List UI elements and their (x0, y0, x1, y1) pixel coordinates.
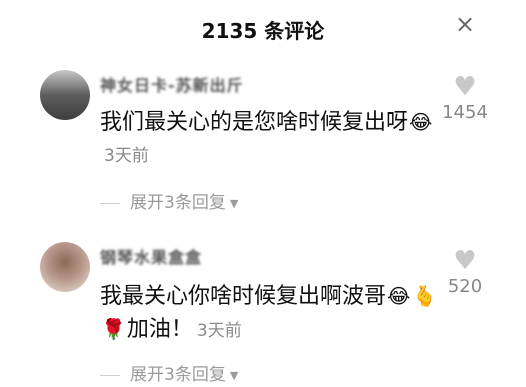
like-button[interactable]: ♥ 1454 (440, 74, 490, 123)
comment-time: 3天前 (104, 146, 149, 166)
heart-icon: ♥ (453, 72, 477, 102)
comments-header: 2135 条评论 × (0, 0, 526, 54)
laughing-emoji: 😂 (387, 284, 411, 308)
expand-replies-label: 展开3条回复 (130, 365, 226, 385)
like-count: 1454 (442, 102, 488, 123)
expand-replies-button[interactable]: 展开3条回复 ▼ (100, 188, 238, 213)
avatar[interactable] (40, 242, 90, 292)
comment-item: 神女日卡-苏新出斤 我们最关心的是您啥时候复出呀😂 3天前 ♥ 1454 展开3条… (0, 58, 526, 213)
caret-down-icon: ▼ (229, 368, 239, 382)
like-count: 520 (447, 276, 483, 297)
caret-down-icon: ▼ (229, 196, 239, 210)
divider-line (100, 202, 120, 204)
comment-time: 3天前 (196, 321, 242, 341)
comment-item: 钢琴水果盒盒 我最关心你啥时候复出啊波哥😂 🫰 🌹加油！ 3天前 ♥ 520 展开3条… (0, 232, 526, 385)
comment-body: 我们最关心的是您啥时候复出呀 (100, 110, 409, 135)
username[interactable]: 神女日卡-苏新出斤 (100, 72, 244, 96)
username[interactable]: 钢琴水果盒盒 (100, 244, 202, 268)
divider-line (100, 374, 120, 376)
laughing-emoji: 😂 (409, 110, 433, 134)
comment-count-title: 2135 条评论 (201, 19, 325, 43)
comment-text: 我们最关心的是您啥时候复出呀😂 3天前 (100, 106, 440, 172)
comment-body-tail: 加油！ (126, 317, 193, 342)
comment-body: 我最关心你啥时候复出啊波哥 (100, 284, 387, 309)
avatar[interactable] (40, 70, 90, 120)
close-icon[interactable]: × (450, 9, 480, 39)
like-button[interactable]: ♥ 520 (440, 248, 490, 297)
expand-replies-button[interactable]: 展开3条回复 ▼ (100, 360, 238, 385)
heart-icon: ♥ (453, 246, 477, 276)
finger-heart-emoji: 🫰 (412, 284, 438, 308)
comment-text: 我最关心你啥时候复出啊波哥😂 🫰 🌹加油！ 3天前 (100, 280, 440, 347)
expand-replies-label: 展开3条回复 (130, 193, 226, 213)
rose-emoji: 🌹 (101, 317, 126, 341)
